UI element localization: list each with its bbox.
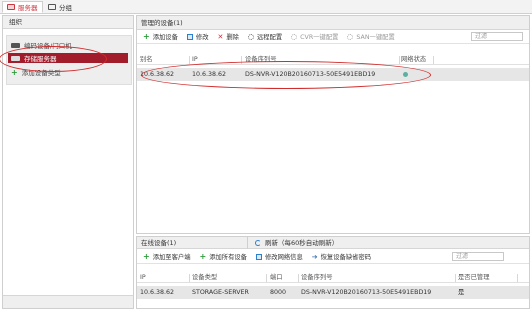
tab-group-label: 分组 <box>59 4 72 12</box>
gear-icon <box>247 33 254 40</box>
managed-filter-input[interactable]: 过滤 <box>471 32 523 41</box>
modify-network-label: 修改网络信息 <box>264 254 303 261</box>
online-device-port: 8000 <box>270 289 287 296</box>
remote-config-label: 远程配置 <box>256 34 283 41</box>
modify-network-button[interactable]: 修改网络信息 <box>255 252 303 261</box>
annotation-circle <box>0 46 107 72</box>
refresh-button[interactable]: 刷新（每60秒自动刷新） <box>265 237 338 249</box>
cvr-config-label: CVR一键配置 <box>300 34 339 41</box>
organization-title: 组织 <box>3 16 133 29</box>
tab-bar: 服务器 分组 <box>0 0 532 14</box>
column-divider <box>399 56 400 64</box>
organization-panel: 组织 编码设备/门口机 存储服务器 + 添加设备类型 <box>0 15 134 309</box>
plus-icon: + <box>143 31 150 41</box>
delete-icon: ✕ <box>217 32 224 41</box>
server-icon <box>7 4 15 10</box>
column-header-ip[interactable]: IP <box>140 273 146 283</box>
column-header-device-type[interactable]: 设备类型 <box>192 273 217 283</box>
restore-password-button[interactable]: ➔ 恢复设备缺省密码 <box>311 252 371 262</box>
online-device-type: STORAGE-SERVER <box>192 289 249 296</box>
online-devices-title: 在线设备(1) <box>141 239 177 247</box>
add-all-devices-label: 添加所有设备 <box>209 254 247 261</box>
tab-server-label: 服务器 <box>18 4 38 12</box>
online-devices-header: 在线设备(1) 刷新（每60秒自动刷新） <box>137 237 529 249</box>
edit-icon <box>255 253 262 260</box>
online-table-header: IP 设备类型 端口 设备序列号 是否已管理 <box>137 273 529 283</box>
tab-server[interactable]: 服务器 <box>2 1 43 13</box>
column-header-managed[interactable]: 是否已管理 <box>458 273 489 283</box>
tab-group[interactable]: 分组 <box>44 1 76 13</box>
online-filter-input[interactable]: 过滤 <box>452 252 504 261</box>
online-devices-panel: 在线设备(1) 刷新（每60秒自动刷新） + 添加至客户端 + 添加所有设备 修… <box>136 236 530 309</box>
delete-button[interactable]: ✕ 删除 <box>217 32 239 42</box>
modify-button[interactable]: 修改 <box>186 32 209 41</box>
modify-label: 修改 <box>195 34 209 41</box>
add-to-client-label: 添加至客户端 <box>152 254 191 261</box>
refresh-icon[interactable] <box>255 240 261 246</box>
online-device-managed: 是 <box>458 289 465 296</box>
column-divider <box>433 56 434 64</box>
managed-devices-title: 管理的设备(1) <box>137 16 529 30</box>
column-header-port[interactable]: 端口 <box>270 273 283 283</box>
add-to-client-button[interactable]: + 添加至客户端 <box>143 252 190 261</box>
column-divider <box>517 274 518 282</box>
table-row[interactable]: 10.6.38.62 STORAGE-SERVER 8000 DS-NVR-V1… <box>137 286 529 299</box>
plus-icon: + <box>11 67 18 77</box>
managed-devices-panel: 管理的设备(1) + 添加设备 修改 ✕ 删除 远程配置 CVR一键配置 SAN… <box>136 15 530 234</box>
column-header-network-status[interactable]: 网络状态 <box>401 55 426 65</box>
column-divider <box>189 56 190 64</box>
online-toolbar: + 添加至客户端 + 添加所有设备 修改网络信息 ➔ 恢复设备缺省密码 过滤 <box>137 250 529 264</box>
header-divider <box>247 237 248 249</box>
add-device-label: 添加设备 <box>152 34 178 41</box>
online-device-serial: DS-NVR-V120B20160713-50E5491EBD19 <box>301 289 432 296</box>
managed-toolbar: + 添加设备 修改 ✕ 删除 远程配置 CVR一键配置 SAN一键配置 过滤 <box>137 30 529 44</box>
column-divider <box>266 274 267 282</box>
gear-icon <box>291 33 298 40</box>
add-all-devices-button[interactable]: + 添加所有设备 <box>199 252 246 261</box>
san-config-button[interactable]: SAN一键配置 <box>347 32 395 41</box>
column-header-alias[interactable]: 别名 <box>140 55 153 65</box>
plus-icon: + <box>199 251 207 261</box>
delete-label: 删除 <box>226 34 239 41</box>
gear-icon <box>347 33 354 40</box>
remote-config-button[interactable]: 远程配置 <box>247 32 283 41</box>
column-divider <box>455 274 456 282</box>
encoding-device-icon <box>11 42 20 48</box>
organization-footer <box>3 295 133 308</box>
restore-arrow-icon: ➔ <box>311 252 318 261</box>
cvr-config-button[interactable]: CVR一键配置 <box>291 32 338 41</box>
add-device-button[interactable]: + 添加设备 <box>143 32 178 41</box>
plus-icon: + <box>143 251 150 261</box>
restore-password-label: 恢复设备缺省密码 <box>320 254 371 261</box>
edit-icon <box>186 33 193 40</box>
annotation-circle <box>141 61 431 89</box>
column-header-serial[interactable]: 设备序列号 <box>301 273 332 283</box>
column-divider <box>298 274 299 282</box>
online-device-ip: 10.6.38.62 <box>140 289 175 296</box>
group-icon <box>48 4 56 10</box>
column-divider <box>189 274 190 282</box>
san-config-label: SAN一键配置 <box>356 34 395 41</box>
